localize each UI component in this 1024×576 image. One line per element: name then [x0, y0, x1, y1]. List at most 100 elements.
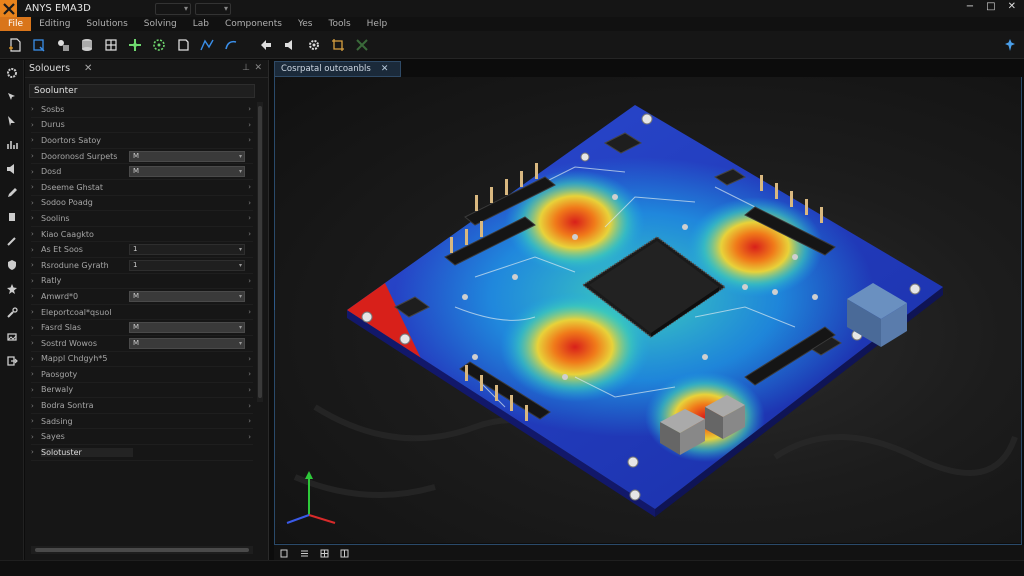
arrow-icon[interactable] — [255, 35, 276, 55]
pin-icon[interactable]: ⊥ — [242, 63, 250, 73]
tab-close-icon[interactable]: ✕ — [381, 64, 389, 74]
property-field[interactable]: M ▾ — [129, 337, 245, 349]
tree-row[interactable]: › Kiao Caagkto › — [31, 227, 253, 243]
mesh-icon[interactable] — [124, 35, 145, 55]
tree-row[interactable]: › Amwrd*0 M ▾ — [31, 289, 253, 305]
menu-tools[interactable]: Tools — [320, 17, 358, 31]
tree-row[interactable]: › Berwaly › — [31, 383, 253, 399]
gear-icon[interactable] — [3, 64, 21, 82]
expand-icon[interactable]: › — [248, 417, 251, 425]
new-document-icon[interactable] — [4, 35, 25, 55]
vertical-scrollbar[interactable] — [257, 102, 263, 402]
grid-icon[interactable] — [100, 35, 121, 55]
curve-icon[interactable] — [220, 35, 241, 55]
cube-icon[interactable] — [172, 35, 193, 55]
chevron-right-icon[interactable]: › — [31, 308, 41, 316]
chevron-right-icon[interactable]: › — [31, 292, 41, 300]
chevron-right-icon[interactable]: › — [31, 230, 41, 238]
star-icon[interactable] — [3, 280, 21, 298]
property-field[interactable]: M ▾ — [129, 322, 245, 334]
tree-root[interactable]: Soolunter — [29, 84, 255, 98]
connector-icon[interactable] — [351, 35, 372, 55]
tree-row[interactable]: › Rsrodune Gyrath 1 ▾ — [31, 258, 253, 274]
expand-icon[interactable]: › — [248, 355, 251, 363]
speaker-icon[interactable] — [3, 160, 21, 178]
tree-row[interactable]: › Sostrd Wowos M ▾ — [31, 336, 253, 352]
chevron-right-icon[interactable]: › — [31, 246, 41, 254]
tree-row[interactable]: › Bodra Sontra › — [31, 398, 253, 414]
chevron-right-icon[interactable]: › — [31, 402, 41, 410]
expand-icon[interactable]: › — [248, 214, 251, 222]
chevron-right-icon[interactable]: › — [31, 448, 41, 456]
target-icon[interactable] — [148, 35, 169, 55]
pencil-icon[interactable] — [3, 232, 21, 250]
expand-icon[interactable]: › — [248, 136, 251, 144]
measure-icon[interactable] — [196, 35, 217, 55]
chevron-right-icon[interactable]: › — [31, 417, 41, 425]
panel-close-icon[interactable]: ✕ — [84, 63, 92, 74]
menu-yes[interactable]: Yes — [290, 17, 321, 31]
wrench-icon[interactable] — [3, 304, 21, 322]
chevron-right-icon[interactable]: › — [31, 433, 41, 441]
tree-row[interactable]: › Sayes › — [31, 429, 253, 446]
tree-row[interactable]: › Ratly › — [31, 274, 253, 290]
pen-icon[interactable] — [3, 184, 21, 202]
close-button[interactable]: ✕ — [1008, 1, 1016, 12]
tree-row[interactable]: › Durus › — [31, 118, 253, 134]
export-icon[interactable] — [3, 352, 21, 370]
expand-icon[interactable]: › — [248, 105, 251, 113]
close-icon[interactable]: ✕ — [254, 63, 262, 73]
chevron-right-icon[interactable]: › — [31, 339, 41, 347]
tree-row[interactable]: › Paosgoty › — [31, 367, 253, 383]
sheet-icon[interactable] — [28, 35, 49, 55]
chevron-right-icon[interactable]: › — [31, 168, 41, 176]
property-field[interactable]: M ▾ — [129, 166, 245, 178]
chevron-right-icon[interactable]: › — [31, 355, 41, 363]
menu-lab[interactable]: Lab — [185, 17, 217, 31]
tree-row[interactable]: › As Et Soos 1 ▾ — [31, 242, 253, 258]
scrollbar-thumb[interactable] — [35, 548, 249, 552]
chevron-right-icon[interactable]: › — [31, 386, 41, 394]
expand-icon[interactable]: › — [248, 386, 251, 394]
expand-icon[interactable]: › — [248, 308, 251, 316]
chevron-right-icon[interactable]: › — [31, 136, 41, 144]
chevron-right-icon[interactable]: › — [31, 183, 41, 191]
tree-row[interactable]: › Fasrd Slas M ▾ — [31, 320, 253, 336]
chevron-right-icon[interactable]: › — [31, 324, 41, 332]
chevron-right-icon[interactable]: › — [31, 199, 41, 207]
layer-icon[interactable] — [3, 328, 21, 346]
menu-editing[interactable]: Editing — [31, 17, 78, 31]
property-field[interactable]: M ▾ — [129, 150, 245, 162]
tree-row[interactable]: › Sosbs › — [31, 102, 253, 118]
parts-icon[interactable] — [52, 35, 73, 55]
chevron-down-icon[interactable]: ▾ — [239, 292, 242, 301]
tree-row[interactable]: › Dooronosd Surpets M ▾ — [31, 149, 253, 165]
expand-icon[interactable]: › — [248, 370, 251, 378]
chevron-right-icon[interactable]: › — [31, 121, 41, 129]
tree-row[interactable]: › Soolins › — [31, 211, 253, 227]
expand-icon[interactable]: › — [248, 183, 251, 191]
tree-row[interactable]: › Solotuster — [31, 445, 253, 461]
tree-row[interactable]: › Dosd M ▾ — [31, 164, 253, 180]
gear-icon[interactable] — [303, 35, 324, 55]
chevron-down-icon[interactable]: ▾ — [239, 167, 242, 176]
chevron-down-icon[interactable]: ▾ — [239, 339, 242, 348]
chevron-right-icon[interactable]: › — [31, 277, 41, 285]
expand-icon[interactable]: › — [248, 199, 251, 207]
property-field[interactable]: 1 ▾ — [129, 244, 245, 256]
cursor-icon[interactable] — [3, 88, 21, 106]
tree-row[interactable]: › Eleportcoal*qsuol › — [31, 305, 253, 321]
expand-icon[interactable]: › — [248, 433, 251, 441]
3d-viewport[interactable] — [275, 77, 1021, 543]
chevron-right-icon[interactable]: › — [31, 105, 41, 113]
database-icon[interactable] — [76, 35, 97, 55]
property-field[interactable]: M ▾ — [129, 290, 245, 302]
tree-row[interactable]: › Dseeme Ghstat › — [31, 180, 253, 196]
expand-icon[interactable]: › — [248, 121, 251, 129]
menu-help[interactable]: Help — [359, 17, 396, 31]
chart-icon[interactable] — [3, 136, 21, 154]
menu-components[interactable]: Components — [217, 17, 290, 31]
speaker-icon[interactable] — [279, 35, 300, 55]
quick-access-dropdown-2[interactable]: ▾ — [195, 2, 231, 15]
chevron-right-icon[interactable]: › — [31, 152, 41, 160]
